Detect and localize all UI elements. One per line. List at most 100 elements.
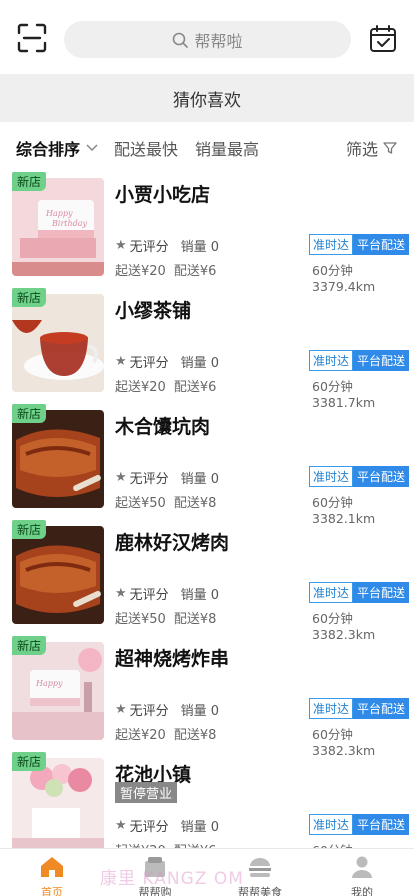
store-image: Happy Birthday <box>12 178 104 276</box>
new-store-tag: 新店 <box>12 752 47 771</box>
store-name: 超神烧烤炸串 <box>115 648 230 670</box>
user-icon <box>327 855 397 882</box>
store-name: 小贾小吃店 <box>115 184 211 206</box>
store-image: Happy <box>12 642 104 740</box>
store-fees: 起送¥20 配送¥6 <box>115 376 216 395</box>
filter-button[interactable]: 筛选 <box>346 136 398 160</box>
store-image <box>12 526 104 624</box>
store-badges: 准时达 平台配送 <box>309 234 410 255</box>
platform-delivery-badge: 平台配送 <box>353 234 410 255</box>
on-time-badge: 准时达 <box>309 814 354 835</box>
platform-delivery-badge: 平台配送 <box>353 814 410 835</box>
star-icon: ★ <box>115 586 127 601</box>
search-placeholder: 帮帮啦 <box>194 31 243 51</box>
closed-badge: 暂停营业 <box>115 782 178 803</box>
store-image <box>12 410 104 508</box>
store-badges: 准时达 平台配送 <box>309 350 410 371</box>
search-input[interactable]: 帮帮啦 <box>64 21 351 58</box>
new-store-tag: 新店 <box>12 172 47 191</box>
scan-icon[interactable] <box>16 22 48 54</box>
store-fees: 起送¥20 配送¥8 <box>115 724 216 743</box>
delivery-fee: 配送¥8 <box>173 496 217 511</box>
tab-home[interactable]: 首页 <box>17 855 87 896</box>
platform-delivery-badge: 平台配送 <box>353 466 410 487</box>
top-bar: 帮帮啦 <box>0 0 414 74</box>
store-rating: 无评分 <box>129 356 169 371</box>
store-card[interactable]: 新店 木合馕坑肉 ★ 无评分 销量 0 起送¥50 配送¥8 准时达 平台配送 6… <box>0 402 414 526</box>
store-rating: 无评分 <box>129 240 169 255</box>
store-meta: ★ 无评分 销量 0 <box>115 236 219 255</box>
store-fees: 起送¥50 配送¥8 <box>115 608 216 627</box>
sort-comprehensive[interactable]: 综合排序 <box>16 136 100 160</box>
store-name: 木合馕坑肉 <box>115 416 211 438</box>
watermark: 康里 KANGZ OM <box>100 869 244 889</box>
new-store-tag: 新店 <box>12 636 47 655</box>
store-rating: 无评分 <box>129 588 169 603</box>
store-sales: 销量 0 <box>180 240 220 255</box>
store-card[interactable]: 新店 小缪茶铺 ★ 无评分 销量 0 起送¥20 配送¥6 准时达 平台配送 60… <box>0 286 414 410</box>
store-name: 小缪茶铺 <box>115 300 192 322</box>
store-card[interactable]: 新店 花池小镇 ★ 无评分 销量 0 起送¥20配送¥6 准时达 平台配送 60… <box>0 750 414 848</box>
sort-comprehensive-label: 综合排序 <box>16 140 81 159</box>
platform-delivery-badge: 平台配送 <box>353 350 410 371</box>
filter-label: 筛选 <box>346 140 379 159</box>
tab-label: 首页 <box>41 886 63 896</box>
tab-user[interactable]: 我的 <box>327 855 397 896</box>
tab-label: 帮帮美食 <box>238 886 282 896</box>
delivery-fee: 配送¥6 <box>173 380 217 395</box>
store-card[interactable]: Happy 新店 超神烧烤炸串 ★ 无评分 销量 0 起送¥20 配送¥8 准时达… <box>0 634 414 758</box>
store-sales: 销量 0 <box>180 472 220 487</box>
store-rating: 无评分 <box>129 820 169 835</box>
home-icon <box>17 855 87 882</box>
sort-bar: 综合排序 配送最快 销量最高 筛选 <box>0 122 414 170</box>
store-sales: 销量 0 <box>180 704 220 719</box>
delivery-fee: 配送¥8 <box>173 612 217 627</box>
filter-icon <box>383 142 397 154</box>
star-icon: ★ <box>115 702 127 717</box>
new-store-tag: 新店 <box>12 288 47 307</box>
svg-text:Happy: Happy <box>35 679 63 688</box>
platform-delivery-badge: 平台配送 <box>353 582 410 603</box>
store-image <box>12 758 104 848</box>
tab-label: 我的 <box>351 886 373 896</box>
store-rating: 无评分 <box>129 704 169 719</box>
star-icon: ★ <box>115 238 127 253</box>
delivery-fee: 配送¥8 <box>173 728 217 743</box>
store-sales: 销量 0 <box>180 356 220 371</box>
store-card[interactable]: 新店 鹿林好汉烤肉 ★ 无评分 销量 0 起送¥50 配送¥8 准时达 平台配送 … <box>0 518 414 642</box>
store-badges: 准时达 平台配送 <box>309 698 410 719</box>
new-store-tag: 新店 <box>12 404 47 423</box>
on-time-badge: 准时达 <box>309 234 354 255</box>
time-distance: 60分钟 3382.4km <box>312 840 414 848</box>
store-image <box>12 294 104 392</box>
platform-delivery-badge: 平台配送 <box>353 698 410 719</box>
svg-text:Happy: Happy <box>45 209 73 218</box>
store-sales: 销量 0 <box>180 820 220 835</box>
min-order: 起送¥20 <box>115 264 166 279</box>
min-order: 起送¥20 <box>115 380 166 395</box>
on-time-badge: 准时达 <box>309 350 354 371</box>
on-time-badge: 准时达 <box>309 582 354 603</box>
star-icon: ★ <box>115 818 127 833</box>
min-order: 起送¥50 <box>115 496 166 511</box>
store-meta: ★ 无评分 销量 0 <box>115 700 219 719</box>
svg-text:Birthday: Birthday <box>51 219 88 228</box>
min-order: 起送¥20 <box>115 728 166 743</box>
star-icon: ★ <box>115 470 127 485</box>
store-fees: 起送¥20 配送¥6 <box>115 260 216 279</box>
sort-sales[interactable]: 销量最高 <box>195 136 259 160</box>
min-order: 起送¥50 <box>115 612 166 627</box>
section-title: 猜你喜欢 <box>0 74 414 122</box>
new-store-tag: 新店 <box>12 520 47 539</box>
store-list: Happy Birthday 新店 小贾小吃店 ★ 无评分 销量 0 起送¥20 配… <box>0 170 414 848</box>
store-badges: 准时达 平台配送 <box>309 466 410 487</box>
store-card[interactable]: Happy Birthday 新店 小贾小吃店 ★ 无评分 销量 0 起送¥20 配… <box>0 170 414 294</box>
store-badges: 准时达 平台配送 <box>309 814 410 835</box>
store-name: 鹿林好汉烤肉 <box>115 532 230 554</box>
store-meta: ★ 无评分 销量 0 <box>115 816 219 835</box>
sort-fastest[interactable]: 配送最快 <box>114 136 178 160</box>
on-time-badge: 准时达 <box>309 698 354 719</box>
calendar-check-icon[interactable] <box>368 24 398 54</box>
chevron-down-icon <box>86 144 98 152</box>
star-icon: ★ <box>115 354 127 369</box>
